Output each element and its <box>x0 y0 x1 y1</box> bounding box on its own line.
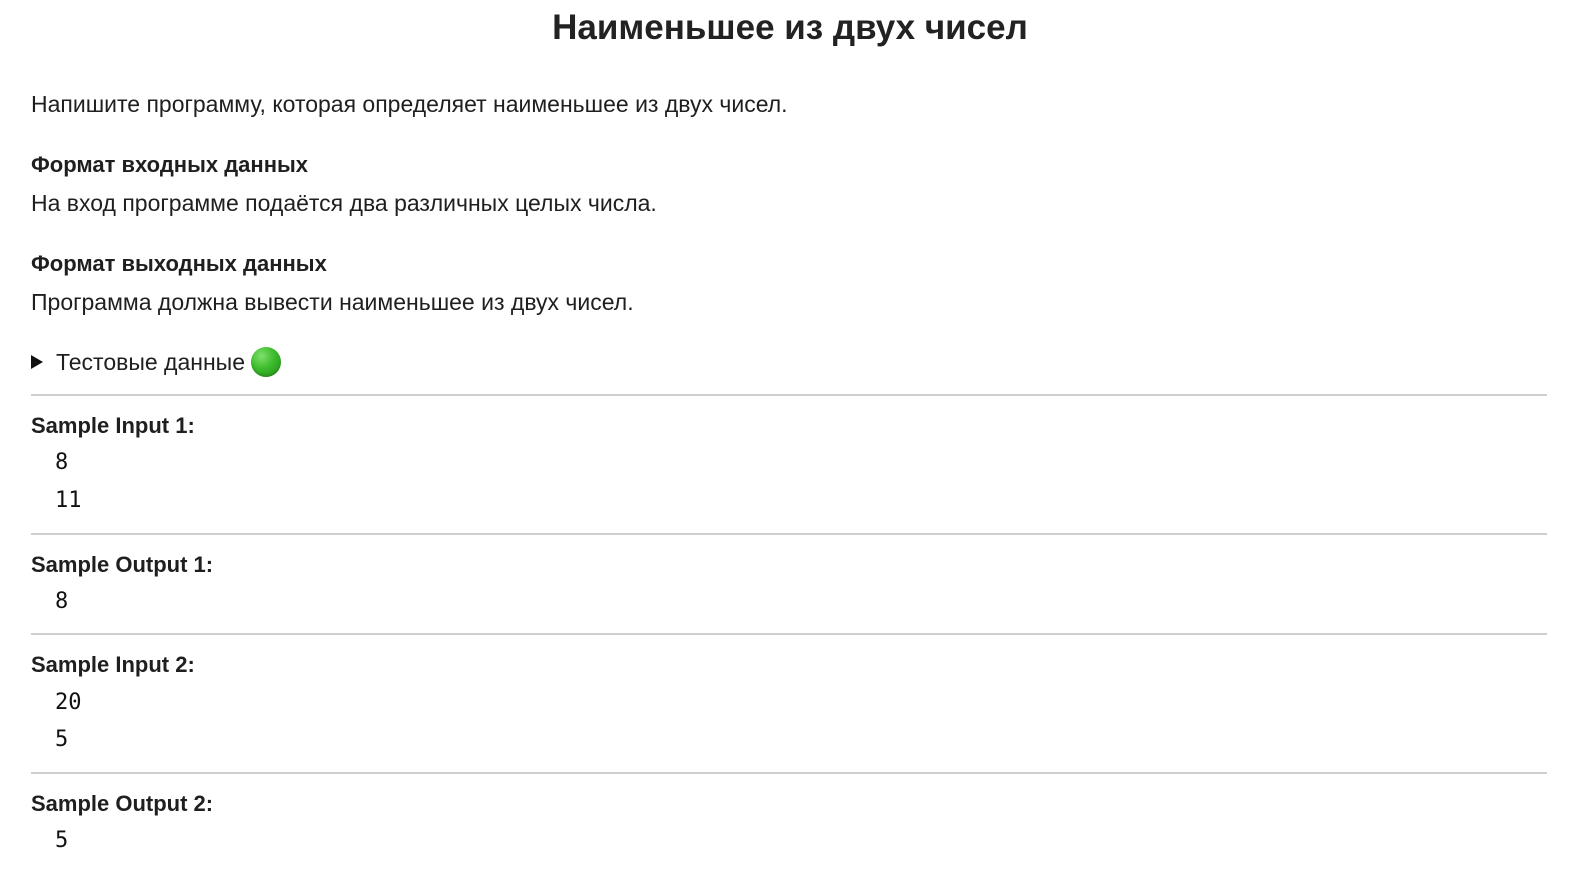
sample-output-1-title: Sample Output 1: <box>31 552 214 577</box>
green-circle-icon <box>251 347 281 377</box>
disclosure-triangle-icon <box>31 355 43 369</box>
sample-input-2-line: 5 <box>55 727 69 752</box>
input-format-text: На вход программе подаётся два различных… <box>31 190 657 216</box>
output-format-heading: Формат выходных данных <box>31 251 327 276</box>
sample-input-1-title: Sample Input 1: <box>31 413 195 438</box>
sample-output-2-title: Sample Output 2: <box>31 791 214 816</box>
test-data-label: Тестовые данные <box>56 349 245 375</box>
sample-output-1-line: 8 <box>55 589 69 614</box>
page-title: Наименьшее из двух чисел <box>552 8 1028 47</box>
sample-input-2-title: Sample Input 2: <box>31 652 195 677</box>
input-format-heading: Формат входных данных <box>31 152 309 177</box>
sample-input-2-line: 20 <box>55 690 82 715</box>
divider <box>31 394 1547 396</box>
divider <box>31 772 1547 774</box>
output-format-text: Программа должна вывести наименьшее из д… <box>31 289 634 315</box>
divider <box>31 633 1547 635</box>
problem-description: Напишите программу, которая определяет н… <box>31 91 788 117</box>
sample-input-1-line: 11 <box>55 488 82 513</box>
test-data-toggle[interactable]: Тестовые данные <box>31 345 281 379</box>
sample-output-2-line: 5 <box>55 828 69 853</box>
sample-input-1-line: 8 <box>55 450 69 475</box>
divider <box>31 533 1547 535</box>
